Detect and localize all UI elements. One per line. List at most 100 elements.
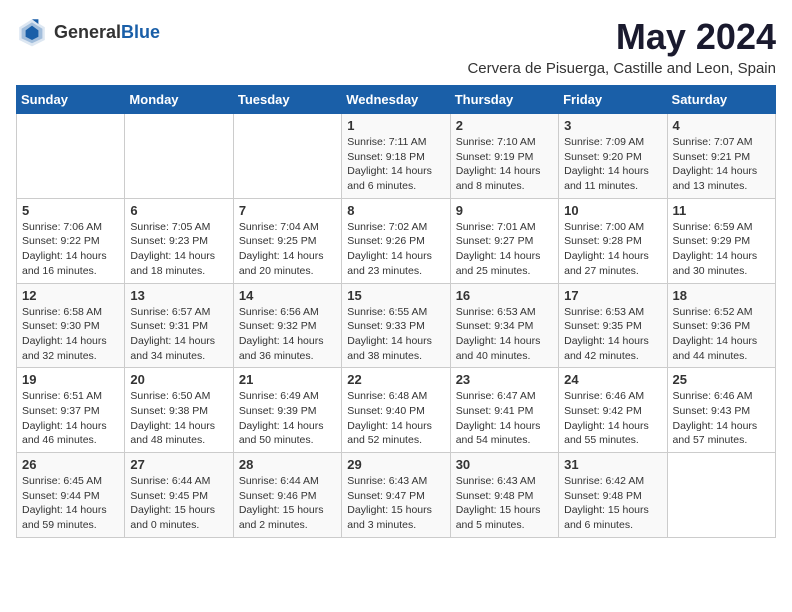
location-title: Cervera de Pisuerga, Castille and Leon, … — [467, 60, 776, 77]
cell-content: Sunrise: 6:53 AMSunset: 9:34 PMDaylight:… — [456, 305, 553, 364]
cell-line: Sunrise: 7:09 AM — [564, 136, 644, 148]
day-number: 25 — [673, 372, 770, 387]
day-number: 13 — [130, 288, 227, 303]
cell-line: Sunset: 9:23 PM — [130, 235, 208, 247]
cell-line: Daylight: 15 hours and 6 minutes. — [564, 504, 649, 531]
cell-line: Sunset: 9:35 PM — [564, 320, 642, 332]
logo: General Blue — [16, 16, 160, 48]
cell-content: Sunrise: 6:50 AMSunset: 9:38 PMDaylight:… — [130, 389, 227, 448]
day-number: 22 — [347, 372, 444, 387]
cell-line: Sunset: 9:27 PM — [456, 235, 534, 247]
cell-line: Sunset: 9:44 PM — [22, 490, 100, 502]
cell-line: Daylight: 14 hours and 40 minutes. — [456, 335, 541, 362]
cell-line: Sunset: 9:20 PM — [564, 151, 642, 163]
cell-line: Sunrise: 6:46 AM — [564, 390, 644, 402]
calendar-cell: 29Sunrise: 6:43 AMSunset: 9:47 PMDayligh… — [342, 453, 450, 538]
logo-icon — [16, 16, 48, 48]
cell-line: Daylight: 14 hours and 23 minutes. — [347, 250, 432, 277]
cell-line: Daylight: 14 hours and 16 minutes. — [22, 250, 107, 277]
day-header-sunday: Sunday — [17, 86, 125, 114]
day-number: 30 — [456, 457, 553, 472]
calendar-cell — [17, 114, 125, 199]
calendar-cell: 16 Sunrise: 6:53 AMSunset: 9:34 PMDayligh… — [450, 283, 558, 368]
day-header-thursday: Thursday — [450, 86, 558, 114]
cell-line: Sunset: 9:42 PM — [564, 405, 642, 417]
cell-line: Sunset: 9:28 PM — [564, 235, 642, 247]
calendar-cell: 20 Sunrise: 6:50 AMSunset: 9:38 PMDayligh… — [125, 368, 233, 453]
calendar-cell: 30 Sunrise: 6:43 AMSunset: 9:48 PMDayligh… — [450, 453, 558, 538]
calendar-cell: 13 Sunrise: 6:57 AMSunset: 9:31 PMDayligh… — [125, 283, 233, 368]
calendar-cell: 28Sunrise: 6:44 AMSunset: 9:46 PMDayligh… — [233, 453, 341, 538]
cell-content: Sunrise: 7:07 AMSunset: 9:21 PMDaylight:… — [673, 135, 770, 194]
day-number: 16 — [456, 288, 553, 303]
cell-line: Daylight: 14 hours and 42 minutes. — [564, 335, 649, 362]
day-header-friday: Friday — [559, 86, 667, 114]
cell-line: Daylight: 15 hours and 5 minutes. — [456, 504, 541, 531]
cell-line: Sunrise: 6:48 AM — [347, 390, 427, 402]
day-number: 24 — [564, 372, 661, 387]
cell-line: Sunset: 9:33 PM — [347, 320, 425, 332]
cell-line: Sunrise: 6:43 AM — [456, 475, 536, 487]
cell-content: Sunrise: 6:43 AMSunset: 9:48 PMDaylight:… — [456, 474, 553, 533]
day-header-tuesday: Tuesday — [233, 86, 341, 114]
cell-line: Daylight: 15 hours and 3 minutes. — [347, 504, 432, 531]
calendar-cell: 31Sunrise: 6:42 AMSunset: 9:48 PMDayligh… — [559, 453, 667, 538]
day-number: 11 — [673, 203, 770, 218]
cell-content: Sunrise: 7:04 AMSunset: 9:25 PMDaylight:… — [239, 220, 336, 279]
cell-line: Sunset: 9:26 PM — [347, 235, 425, 247]
day-number: 7 — [239, 203, 336, 218]
cell-line: Daylight: 14 hours and 25 minutes. — [456, 250, 541, 277]
cell-content: Sunrise: 6:57 AMSunset: 9:31 PMDaylight:… — [130, 305, 227, 364]
cell-line: Sunrise: 7:11 AM — [347, 136, 426, 148]
cell-line: Daylight: 14 hours and 59 minutes. — [22, 504, 107, 531]
cell-content: Sunrise: 7:06 AMSunset: 9:22 PMDaylight:… — [22, 220, 119, 279]
cell-line: Sunrise: 6:51 AM — [22, 390, 102, 402]
cell-line: Sunset: 9:46 PM — [239, 490, 317, 502]
day-header-monday: Monday — [125, 86, 233, 114]
day-header-wednesday: Wednesday — [342, 86, 450, 114]
cell-content: Sunrise: 6:52 AMSunset: 9:36 PMDaylight:… — [673, 305, 770, 364]
cell-line: Daylight: 14 hours and 57 minutes. — [673, 420, 758, 447]
day-number: 27 — [130, 457, 227, 472]
cell-content: Sunrise: 6:51 AMSunset: 9:37 PMDaylight:… — [22, 389, 119, 448]
cell-line: Sunset: 9:38 PM — [130, 405, 208, 417]
cell-line: Sunset: 9:36 PM — [673, 320, 751, 332]
cell-line: Sunset: 9:39 PM — [239, 405, 317, 417]
cell-line: Daylight: 14 hours and 34 minutes. — [130, 335, 215, 362]
cell-content: Sunrise: 7:02 AMSunset: 9:26 PMDaylight:… — [347, 220, 444, 279]
cell-line: Daylight: 14 hours and 44 minutes. — [673, 335, 758, 362]
calendar-cell: 22Sunrise: 6:48 AMSunset: 9:40 PMDayligh… — [342, 368, 450, 453]
cell-line: Sunrise: 7:07 AM — [673, 136, 753, 148]
week-row-4: 19 Sunrise: 6:51 AMSunset: 9:37 PMDayligh… — [17, 368, 776, 453]
cell-line: Sunrise: 7:00 AM — [564, 221, 644, 233]
day-number: 19 — [22, 372, 119, 387]
cell-line: Daylight: 14 hours and 46 minutes. — [22, 420, 107, 447]
cell-content: Sunrise: 6:53 AMSunset: 9:35 PMDaylight:… — [564, 305, 661, 364]
cell-line: Sunrise: 6:49 AM — [239, 390, 319, 402]
day-number: 14 — [239, 288, 336, 303]
cell-content: Sunrise: 6:43 AMSunset: 9:47 PMDaylight:… — [347, 474, 444, 533]
day-number: 12 — [22, 288, 119, 303]
calendar-cell: 23Sunrise: 6:47 AMSunset: 9:41 PMDayligh… — [450, 368, 558, 453]
day-number: 10 — [564, 203, 661, 218]
cell-line: Sunrise: 6:57 AM — [130, 306, 210, 318]
day-number: 20 — [130, 372, 227, 387]
cell-line: Sunset: 9:25 PM — [239, 235, 317, 247]
calendar-cell: 1Sunrise: 7:11 AMSunset: 9:18 PMDaylight… — [342, 114, 450, 199]
calendar-cell: 17 Sunrise: 6:53 AMSunset: 9:35 PMDayligh… — [559, 283, 667, 368]
cell-line: Daylight: 14 hours and 50 minutes. — [239, 420, 324, 447]
calendar-cell: 25Sunrise: 6:46 AMSunset: 9:43 PMDayligh… — [667, 368, 775, 453]
month-title: May 2024 — [467, 16, 776, 58]
day-number: 17 — [564, 288, 661, 303]
logo-blue: Blue — [121, 22, 160, 43]
cell-line: Sunrise: 6:44 AM — [239, 475, 319, 487]
cell-line: Sunrise: 7:01 AM — [456, 221, 536, 233]
day-number: 1 — [347, 118, 444, 133]
calendar-cell: 2Sunrise: 7:10 AMSunset: 9:19 PMDaylight… — [450, 114, 558, 199]
cell-line: Daylight: 14 hours and 55 minutes. — [564, 420, 649, 447]
cell-line: Daylight: 14 hours and 48 minutes. — [130, 420, 215, 447]
cell-content: Sunrise: 6:47 AMSunset: 9:41 PMDaylight:… — [456, 389, 553, 448]
calendar-cell: 14Sunrise: 6:56 AMSunset: 9:32 PMDayligh… — [233, 283, 341, 368]
cell-line: Daylight: 14 hours and 54 minutes. — [456, 420, 541, 447]
calendar-table: SundayMondayTuesdayWednesdayThursdayFrid… — [16, 85, 776, 538]
